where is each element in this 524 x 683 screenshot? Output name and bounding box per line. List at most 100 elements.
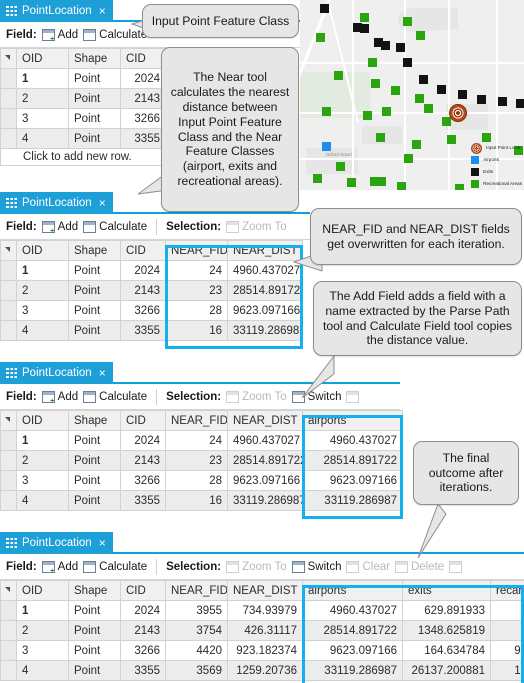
add-field-button[interactable]: + Add bbox=[41, 390, 78, 405]
calculate-field-button[interactable]: Calculate bbox=[83, 390, 148, 403]
clear-selection-button[interactable]: Clear bbox=[346, 560, 390, 573]
row-selector[interactable] bbox=[0, 260, 17, 281]
table-row[interactable]: 4 Point 3355 3569 1259.20736 33119.28698… bbox=[0, 660, 524, 681]
add-field-button[interactable]: + Add bbox=[41, 28, 78, 43]
close-icon[interactable]: × bbox=[99, 5, 106, 17]
tab-bar: PointLocation × bbox=[0, 362, 400, 384]
zoom-to-button[interactable]: Zoom To bbox=[226, 220, 287, 233]
add-field-button[interactable]: + Add bbox=[41, 220, 78, 235]
row-selector-header[interactable] bbox=[0, 410, 17, 431]
column-header[interactable]: OID bbox=[16, 240, 69, 261]
attribute-table-panel-3: PointLocation × Field: + Add Calculate S… bbox=[0, 362, 403, 519]
row-selector[interactable] bbox=[0, 88, 17, 109]
column-header[interactable]: recareas bbox=[490, 580, 524, 601]
switch-icon bbox=[291, 560, 305, 573]
tab-pointlocation[interactable]: PointLocation × bbox=[0, 192, 113, 214]
table-toolbar: Field: + Add Calculate Selection: Zoom T… bbox=[0, 214, 310, 240]
calculate-field-button[interactable]: Calculate bbox=[83, 560, 147, 573]
column-header[interactable]: CID bbox=[120, 410, 166, 431]
table-header-row: OID Shape CID NEAR_FID NEAR_DIST bbox=[0, 240, 303, 261]
switch-selection-button[interactable]: Switch bbox=[291, 560, 341, 573]
attribute-grid-3[interactable]: OID Shape CID NEAR_FID NEAR_DIST airport… bbox=[0, 410, 403, 511]
calculate-field-button[interactable]: Calculate bbox=[83, 220, 147, 233]
column-header[interactable]: OID bbox=[16, 410, 69, 431]
row-selector[interactable] bbox=[0, 660, 17, 681]
table-row[interactable]: 4 Point 3355 16 33119.286987 bbox=[0, 320, 303, 341]
row-selector[interactable] bbox=[0, 320, 17, 341]
row-selector[interactable] bbox=[0, 300, 17, 321]
row-selector[interactable] bbox=[0, 450, 17, 471]
tab-pointlocation[interactable]: PointLocation × bbox=[0, 0, 113, 22]
add-new-row-hint[interactable]: Click to add new row. bbox=[0, 149, 165, 166]
table-row[interactable]: 1 Point 2024 bbox=[0, 68, 166, 89]
column-header[interactable]: NEAR_FID bbox=[165, 240, 228, 261]
column-header[interactable]: CID bbox=[120, 580, 166, 601]
row-selector[interactable] bbox=[0, 108, 17, 129]
delete-selection-button[interactable]: Delete bbox=[394, 560, 444, 573]
table-row[interactable]: 4 Point 3355 bbox=[0, 128, 166, 149]
attribute-grid-1[interactable]: OID Shape CID 1 Point 2024 2 Point 2143 … bbox=[0, 48, 166, 149]
column-header[interactable]: airports bbox=[302, 580, 403, 601]
column-header[interactable]: NEAR_DIST bbox=[227, 580, 303, 601]
column-header[interactable]: CID bbox=[120, 48, 166, 69]
clear-selection-button[interactable] bbox=[346, 390, 360, 403]
column-header[interactable]: Shape bbox=[68, 410, 121, 431]
tab-pointlocation[interactable]: PointLocation × bbox=[0, 532, 113, 554]
table-row[interactable]: 3 Point 3266 28 9623.097166 bbox=[0, 300, 303, 321]
cell-airports: 28514.891722 bbox=[302, 620, 403, 641]
table-row[interactable]: 1 Point 2024 24 4960.437027 bbox=[0, 260, 303, 281]
legend-item: Airports bbox=[471, 154, 522, 166]
row-selector-header[interactable] bbox=[0, 580, 17, 601]
row-selector[interactable] bbox=[0, 490, 17, 511]
table-row[interactable]: 3 Point 3266 4420 923.182374 9623.097166… bbox=[0, 640, 524, 661]
table-row[interactable]: 1 Point 2024 3955 734.93979 4960.437027 … bbox=[0, 600, 524, 621]
map-point-exit bbox=[477, 95, 486, 104]
row-selector[interactable] bbox=[0, 620, 17, 641]
attribute-grid-2[interactable]: OID Shape CID NEAR_FID NEAR_DIST 1 Point… bbox=[0, 240, 303, 341]
calculate-label: Calculate bbox=[99, 390, 148, 403]
copy-icon bbox=[449, 560, 463, 573]
cell-airports: 4960.437027 bbox=[302, 600, 403, 621]
row-selector[interactable] bbox=[0, 470, 17, 491]
zoom-to-button[interactable]: Zoom To bbox=[226, 390, 287, 403]
tab-pointlocation[interactable]: PointLocation × bbox=[0, 362, 113, 384]
table-row[interactable]: 3 Point 3266 28 9623.097166 9623.097166 bbox=[0, 470, 403, 491]
close-icon[interactable]: × bbox=[99, 197, 106, 209]
map-point-exit bbox=[516, 99, 524, 108]
column-header[interactable]: NEAR_FID bbox=[165, 580, 228, 601]
column-header[interactable]: OID bbox=[16, 48, 69, 69]
row-selector[interactable] bbox=[0, 430, 17, 451]
row-selector[interactable] bbox=[0, 640, 17, 661]
table-row[interactable]: 3 Point 3266 bbox=[0, 108, 166, 129]
add-field-button[interactable]: + Add bbox=[41, 560, 78, 575]
close-icon[interactable]: × bbox=[99, 537, 106, 549]
column-header[interactable]: exits bbox=[402, 580, 491, 601]
column-header[interactable]: CID bbox=[120, 240, 166, 261]
column-header[interactable]: NEAR_FID bbox=[165, 410, 228, 431]
table-row[interactable]: 2 Point 2143 23 28514.891722 28514.89172… bbox=[0, 450, 403, 471]
column-header[interactable]: Shape bbox=[68, 240, 121, 261]
column-header[interactable]: airports bbox=[302, 410, 403, 431]
map-view[interactable]: Oxford Airport Input Point Locat Airport… bbox=[300, 0, 524, 190]
zoom-to-button[interactable]: Zoom To bbox=[226, 560, 287, 573]
column-header[interactable]: OID bbox=[16, 580, 69, 601]
table-row[interactable]: 2 Point 2143 23 28514.891722 bbox=[0, 280, 303, 301]
row-selector[interactable] bbox=[0, 128, 17, 149]
column-header[interactable]: Shape bbox=[68, 48, 121, 69]
table-row[interactable]: 2 Point 2143 bbox=[0, 88, 166, 109]
table-row[interactable]: 4 Point 3355 16 33119.286987 33119.28698… bbox=[0, 490, 403, 511]
table-row[interactable]: 1 Point 2024 24 4960.437027 4960.437027 bbox=[0, 430, 403, 451]
cell-shape: Point bbox=[68, 620, 121, 641]
table-row[interactable]: 2 Point 2143 3754 426.31117 28514.891722… bbox=[0, 620, 524, 641]
column-header[interactable]: NEAR_DIST bbox=[227, 410, 303, 431]
row-selector-header[interactable] bbox=[0, 240, 17, 261]
copy-selection-button[interactable] bbox=[449, 560, 463, 573]
row-selector[interactable] bbox=[0, 68, 17, 89]
zoom-to-icon bbox=[226, 560, 240, 573]
row-selector-header[interactable] bbox=[0, 48, 17, 69]
row-selector[interactable] bbox=[0, 600, 17, 621]
row-selector[interactable] bbox=[0, 280, 17, 301]
attribute-grid-4[interactable]: OID Shape CID NEAR_FID NEAR_DIST airport… bbox=[0, 580, 524, 681]
close-icon[interactable]: × bbox=[99, 367, 106, 379]
column-header[interactable]: Shape bbox=[68, 580, 121, 601]
